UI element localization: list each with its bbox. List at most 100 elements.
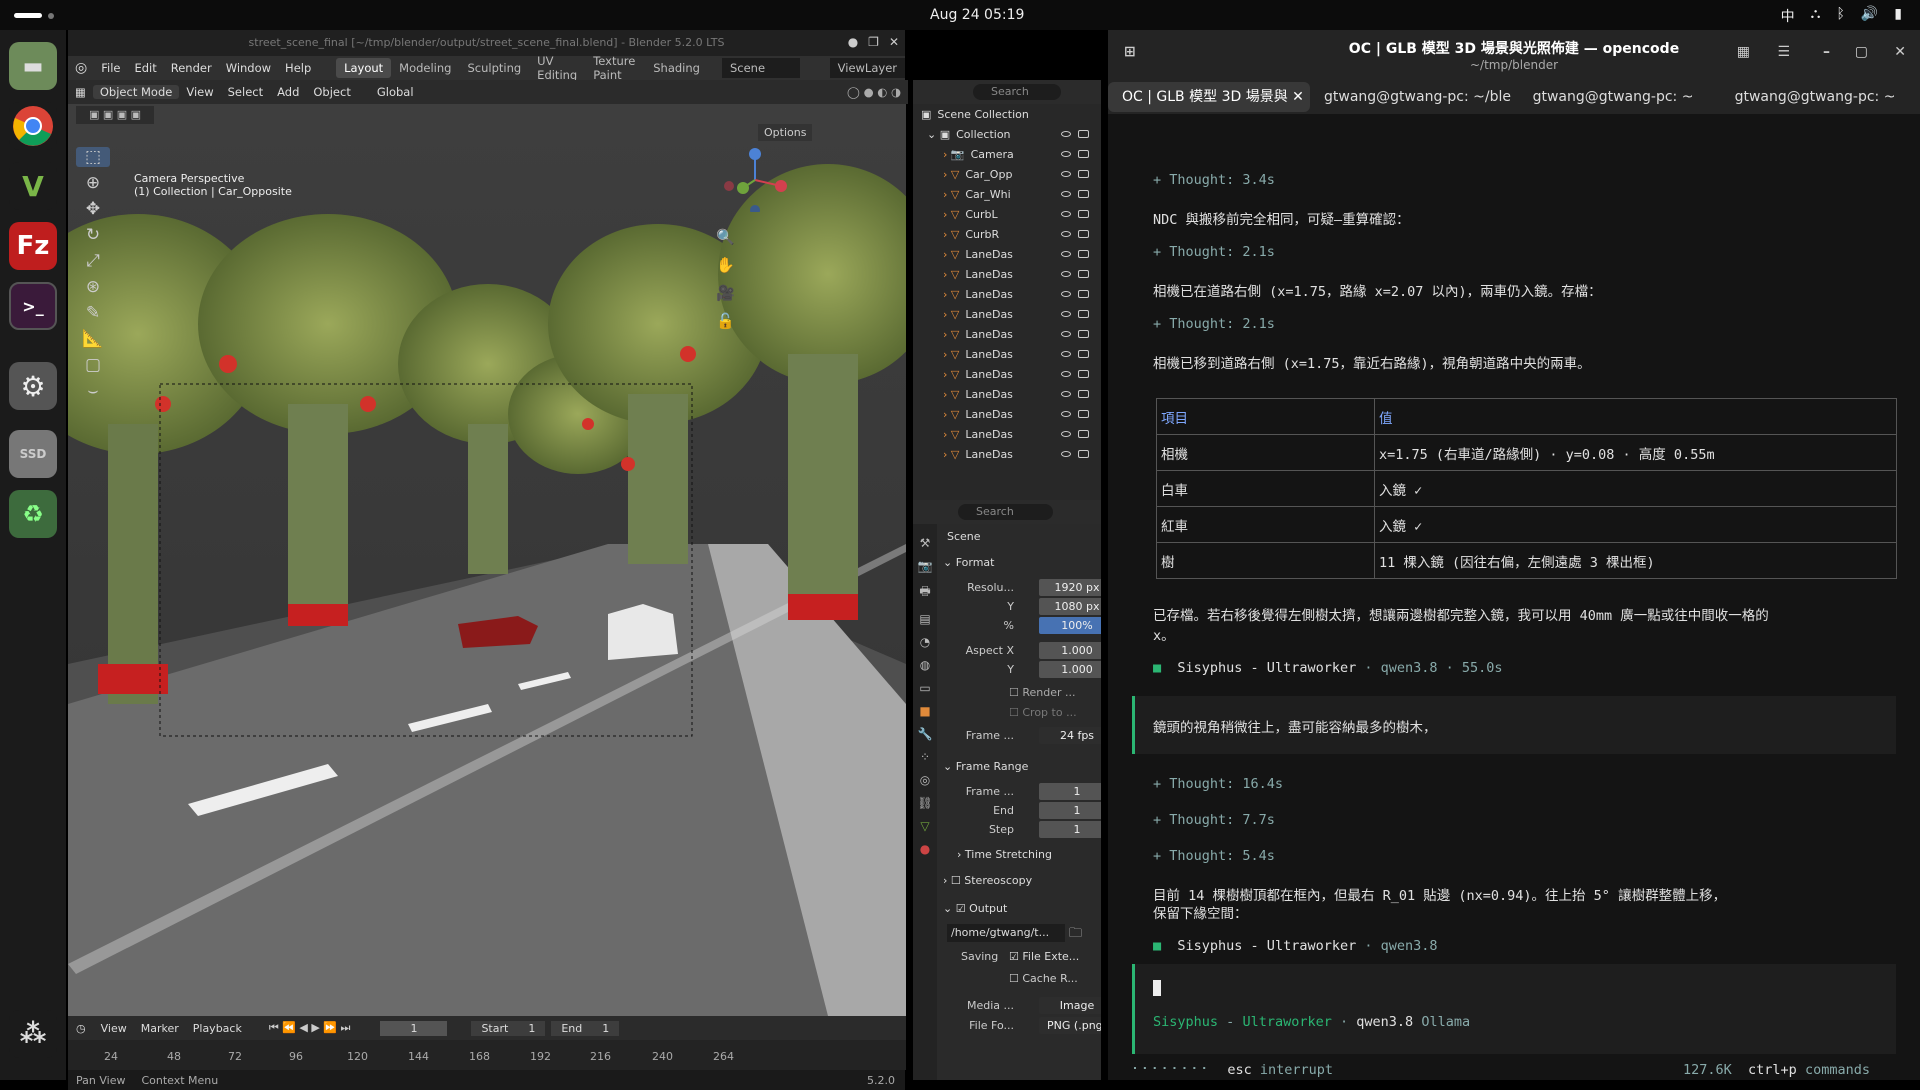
- measure-icon[interactable]: 📐: [76, 329, 110, 349]
- curve-icon[interactable]: ⌣: [76, 381, 110, 401]
- terminal-icon[interactable]: >_: [9, 282, 57, 330]
- visibility-eye-icon[interactable]: [1061, 231, 1071, 237]
- timeline-editor-icon[interactable]: ◷: [68, 1022, 94, 1035]
- app-grid-icon[interactable]: ⁂: [9, 1010, 57, 1058]
- outliner-item[interactable]: › ▽ LaneDas: [913, 284, 1101, 304]
- maximize-icon[interactable]: ❐: [868, 35, 879, 49]
- render-camera-icon[interactable]: [1078, 190, 1089, 198]
- timeline-menu-marker[interactable]: Marker: [134, 1022, 186, 1035]
- menu-view[interactable]: View: [179, 85, 220, 99]
- selection-mode-buttons[interactable]: ▣ ▣ ▣ ▣: [76, 106, 154, 124]
- terminal-tab-2[interactable]: gtwang@gtwang-pc: ~/ble: [1310, 82, 1512, 112]
- prompt-input[interactable]: Sisyphus - Ultraworker · qwen3.8 Ollama: [1132, 964, 1896, 1054]
- mode-selector[interactable]: Object Mode: [92, 85, 180, 99]
- aspect-y-field[interactable]: 1.000: [1039, 661, 1101, 678]
- menu-help[interactable]: Help: [278, 61, 318, 75]
- output-panel[interactable]: ⌄ ☑ Output: [943, 902, 1007, 915]
- tab-shading[interactable]: Shading: [645, 58, 708, 78]
- transform-orientation[interactable]: Global: [370, 85, 421, 99]
- visibility-eye-icon[interactable]: [1061, 171, 1071, 177]
- outliner-item[interactable]: › ▽ Car_Whi: [913, 184, 1101, 204]
- render-camera-icon[interactable]: [1078, 250, 1089, 258]
- playback-controls[interactable]: ⏮ ⏪ ◀ ▶ ⏩ ⏭: [249, 1021, 381, 1035]
- render-camera-icon[interactable]: [1078, 330, 1089, 338]
- outliner-item[interactable]: › ▽ LaneDas: [913, 404, 1101, 424]
- rotate-icon[interactable]: ↻: [76, 225, 110, 245]
- resolution-y-field[interactable]: 1080 px: [1039, 598, 1101, 615]
- render-camera-icon[interactable]: [1078, 270, 1089, 278]
- visibility-eye-icon[interactable]: [1061, 431, 1071, 437]
- tab-close-icon[interactable]: ✕: [1292, 89, 1304, 105]
- visibility-eye-icon[interactable]: [1061, 191, 1071, 197]
- render-camera-icon[interactable]: [1078, 170, 1089, 178]
- transform-icon[interactable]: ⊛: [76, 277, 110, 297]
- shading-modes[interactable]: ◯ ● ◐ ◑: [840, 85, 908, 99]
- object-tab-icon[interactable]: ■: [919, 704, 930, 718]
- format-panel-header[interactable]: ⌄ Format: [943, 556, 994, 569]
- visibility-eye-icon[interactable]: [1061, 311, 1071, 317]
- options-dropdown[interactable]: Options: [758, 124, 813, 141]
- outliner-item[interactable]: › ▽ LaneDas: [913, 324, 1101, 344]
- render-camera-icon[interactable]: [1078, 150, 1089, 158]
- scene-tab-icon[interactable]: ◔: [920, 635, 930, 649]
- menu-icon[interactable]: ☰: [1777, 44, 1790, 60]
- battery-icon[interactable]: ▮: [1894, 6, 1902, 26]
- visibility-eye-icon[interactable]: [1061, 211, 1071, 217]
- volume-icon[interactable]: 🔊: [1861, 6, 1878, 26]
- input-method-indicator[interactable]: 中: [1781, 6, 1795, 26]
- frame-start-field[interactable]: 1: [1039, 783, 1101, 800]
- outliner-item[interactable]: › ▽ LaneDas: [913, 444, 1101, 464]
- outliner-item[interactable]: › ▽ LaneDas: [913, 304, 1101, 324]
- frame-range-panel-header[interactable]: ⌄ Frame Range: [943, 760, 1028, 773]
- time-stretching-panel[interactable]: › Time Stretching: [957, 848, 1052, 861]
- close-icon[interactable]: ✕: [889, 35, 899, 49]
- visibility-eye-icon[interactable]: [1061, 151, 1071, 157]
- zoom-icon[interactable]: 🔍: [716, 228, 735, 246]
- file-format-select[interactable]: PNG (.png): [1039, 1017, 1101, 1034]
- clock[interactable]: Aug 24 05:19: [930, 7, 1024, 23]
- chrome-icon[interactable]: [9, 102, 57, 150]
- render-camera-icon[interactable]: [1078, 390, 1089, 398]
- particles-tab-icon[interactable]: ⁘: [920, 750, 930, 764]
- close-icon[interactable]: ✕: [1894, 44, 1906, 60]
- outliner-item[interactable]: › ▽ CurbR: [913, 224, 1101, 244]
- physics-tab-icon[interactable]: ◎: [920, 773, 930, 787]
- view-layer-selector[interactable]: ViewLayer: [829, 58, 905, 78]
- modifier-tab-icon[interactable]: 🔧: [918, 727, 933, 741]
- visibility-eye-icon[interactable]: [1061, 291, 1071, 297]
- render-camera-icon[interactable]: [1078, 350, 1089, 358]
- menu-object[interactable]: Object: [306, 85, 357, 99]
- end-frame-field[interactable]: 1: [592, 1020, 620, 1036]
- render-region-checkbox[interactable]: ☐ Render ...: [1009, 686, 1076, 699]
- vim-icon[interactable]: V: [9, 162, 57, 210]
- visibility-eye-icon[interactable]: [1061, 131, 1071, 137]
- minimize-icon[interactable]: –: [1823, 44, 1830, 60]
- outliner-item[interactable]: › ▽ CurbL: [913, 204, 1101, 224]
- trash-icon[interactable]: ♻: [9, 490, 57, 538]
- lock-icon[interactable]: 🔓: [716, 312, 735, 330]
- render-camera-icon[interactable]: [1078, 410, 1089, 418]
- scene-selector[interactable]: Scene: [721, 58, 800, 78]
- media-type-select[interactable]: Image: [1039, 997, 1101, 1014]
- world-tab-icon[interactable]: ◍: [920, 658, 930, 672]
- folder-icon[interactable]: 🗀: [1069, 924, 1082, 946]
- maximize-icon[interactable]: ▢: [1855, 44, 1868, 60]
- view-layer-tab-icon[interactable]: ▤: [919, 612, 930, 626]
- editor-type-icon[interactable]: ▦: [68, 85, 93, 99]
- visibility-eye-icon[interactable]: [1061, 331, 1071, 337]
- render-camera-icon[interactable]: [1078, 290, 1089, 298]
- properties-search[interactable]: Search: [958, 504, 1053, 520]
- outliner-item[interactable]: › ▽ LaneDas: [913, 424, 1101, 444]
- constraints-tab-icon[interactable]: ⛓: [917, 796, 932, 810]
- add-cube-icon[interactable]: ▢: [76, 355, 110, 375]
- scene-collection-row[interactable]: ▣ Scene Collection: [913, 104, 1101, 124]
- output-tab-icon[interactable]: 🖶: [919, 582, 930, 603]
- collection-tab-icon[interactable]: ▭: [919, 681, 930, 695]
- crop-checkbox[interactable]: ☐ Crop to ...: [1009, 706, 1077, 719]
- files-icon[interactable]: ▬: [9, 42, 57, 90]
- render-tab-icon[interactable]: 📷: [918, 559, 933, 573]
- new-tab-icon[interactable]: ⊞: [1124, 44, 1136, 60]
- tool-tab-icon[interactable]: ⚒: [920, 536, 931, 550]
- pan-hand-icon[interactable]: ✋: [716, 256, 735, 274]
- outliner-item[interactable]: › ▽ LaneDas: [913, 384, 1101, 404]
